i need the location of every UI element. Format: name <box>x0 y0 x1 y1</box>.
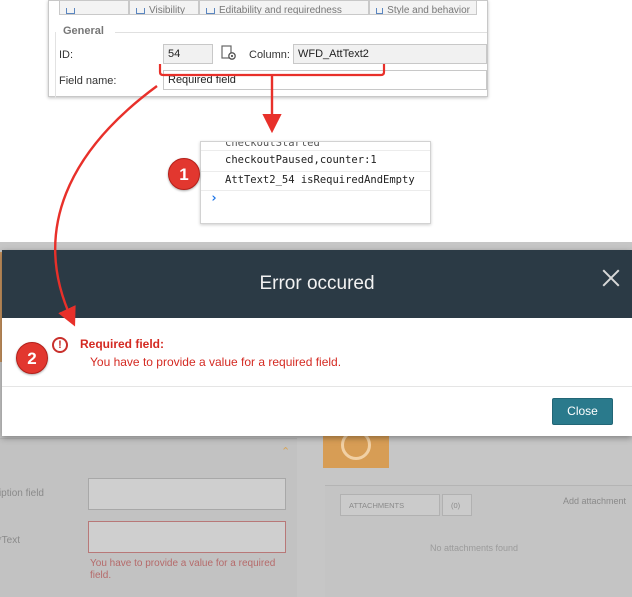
tab-general[interactable] <box>59 1 129 15</box>
browser-console: checkoutStarted checkoutPaused,counter:1… <box>200 141 431 224</box>
modal-footer-divider <box>2 386 632 387</box>
tab-icon <box>206 8 215 14</box>
field-name-label: Field name: <box>59 75 117 87</box>
screenshot-root: Visibility Editability and requiredness … <box>0 0 632 597</box>
id-field[interactable]: 54 <box>163 44 213 64</box>
step-badge-2: 2 <box>16 342 48 374</box>
tab-icon <box>136 8 145 14</box>
background-label-description: Description field <box>0 488 44 499</box>
field-properties-panel: Visibility Editability and requiredness … <box>48 0 488 98</box>
error-message: You have to provide a value for a requir… <box>90 355 342 369</box>
console-separator <box>201 171 430 172</box>
console-prompt-icon[interactable]: › <box>210 191 218 206</box>
modal-title: Error occured <box>259 273 375 294</box>
id-label: ID: <box>59 49 74 61</box>
background-required-field <box>88 521 286 553</box>
background-label-text: Text* <box>0 535 20 546</box>
error-title: Required field: <box>80 337 165 351</box>
group-divider <box>115 32 487 33</box>
tab-label: Style and behavior <box>387 5 470 15</box>
modal-header: Error occured <box>2 250 632 318</box>
background-tab-attachments: ATTACHMENTS <box>340 494 440 516</box>
tab-icon <box>66 8 75 14</box>
background-empty-message: No attachments found <box>430 543 519 553</box>
column-label: Column: <box>249 49 290 61</box>
chevron-up-icon: ⌃ <box>281 446 291 458</box>
properties-tab-strip: Visibility Editability and requiredness … <box>59 1 487 15</box>
close-x-icon[interactable] <box>600 267 622 289</box>
console-separator <box>201 150 430 151</box>
background-add-attachment: Add attachment <box>563 496 627 506</box>
tab-label: Editability and requiredness <box>219 5 342 15</box>
background-attachments-panel: ATTACHMENTS (0) Add attachment No attach… <box>325 485 632 597</box>
group-border <box>55 32 56 98</box>
tab-editability[interactable]: Editability and requiredness <box>199 1 369 15</box>
console-line: checkoutPaused,counter:1 <box>225 154 377 166</box>
group-title: General <box>63 25 104 37</box>
console-line: AttText2_54 isRequiredAndEmpty <box>225 174 415 186</box>
tab-label: Visibility <box>149 5 185 15</box>
background-tab-other: (0) <box>442 494 472 516</box>
tab-style[interactable]: Style and behavior <box>369 1 477 15</box>
console-line: checkoutStarted <box>225 141 320 149</box>
error-modal: Error occured ! Required field: You have… <box>2 250 632 436</box>
exclamation-circle-icon: ! <box>52 337 68 353</box>
step-badge-1: 1 <box>168 158 200 190</box>
field-name-input[interactable]: Required field <box>163 70 487 90</box>
column-field[interactable]: WFD_AttText2 <box>293 44 487 64</box>
column-settings-icon[interactable] <box>221 45 237 61</box>
background-error-text: You have to provide a value for a requir… <box>90 558 276 581</box>
close-button[interactable]: Close <box>552 398 613 425</box>
tab-visibility[interactable]: Visibility <box>129 1 199 15</box>
tab-icon <box>376 8 384 14</box>
background-description-field <box>88 478 286 510</box>
console-separator <box>201 190 430 191</box>
